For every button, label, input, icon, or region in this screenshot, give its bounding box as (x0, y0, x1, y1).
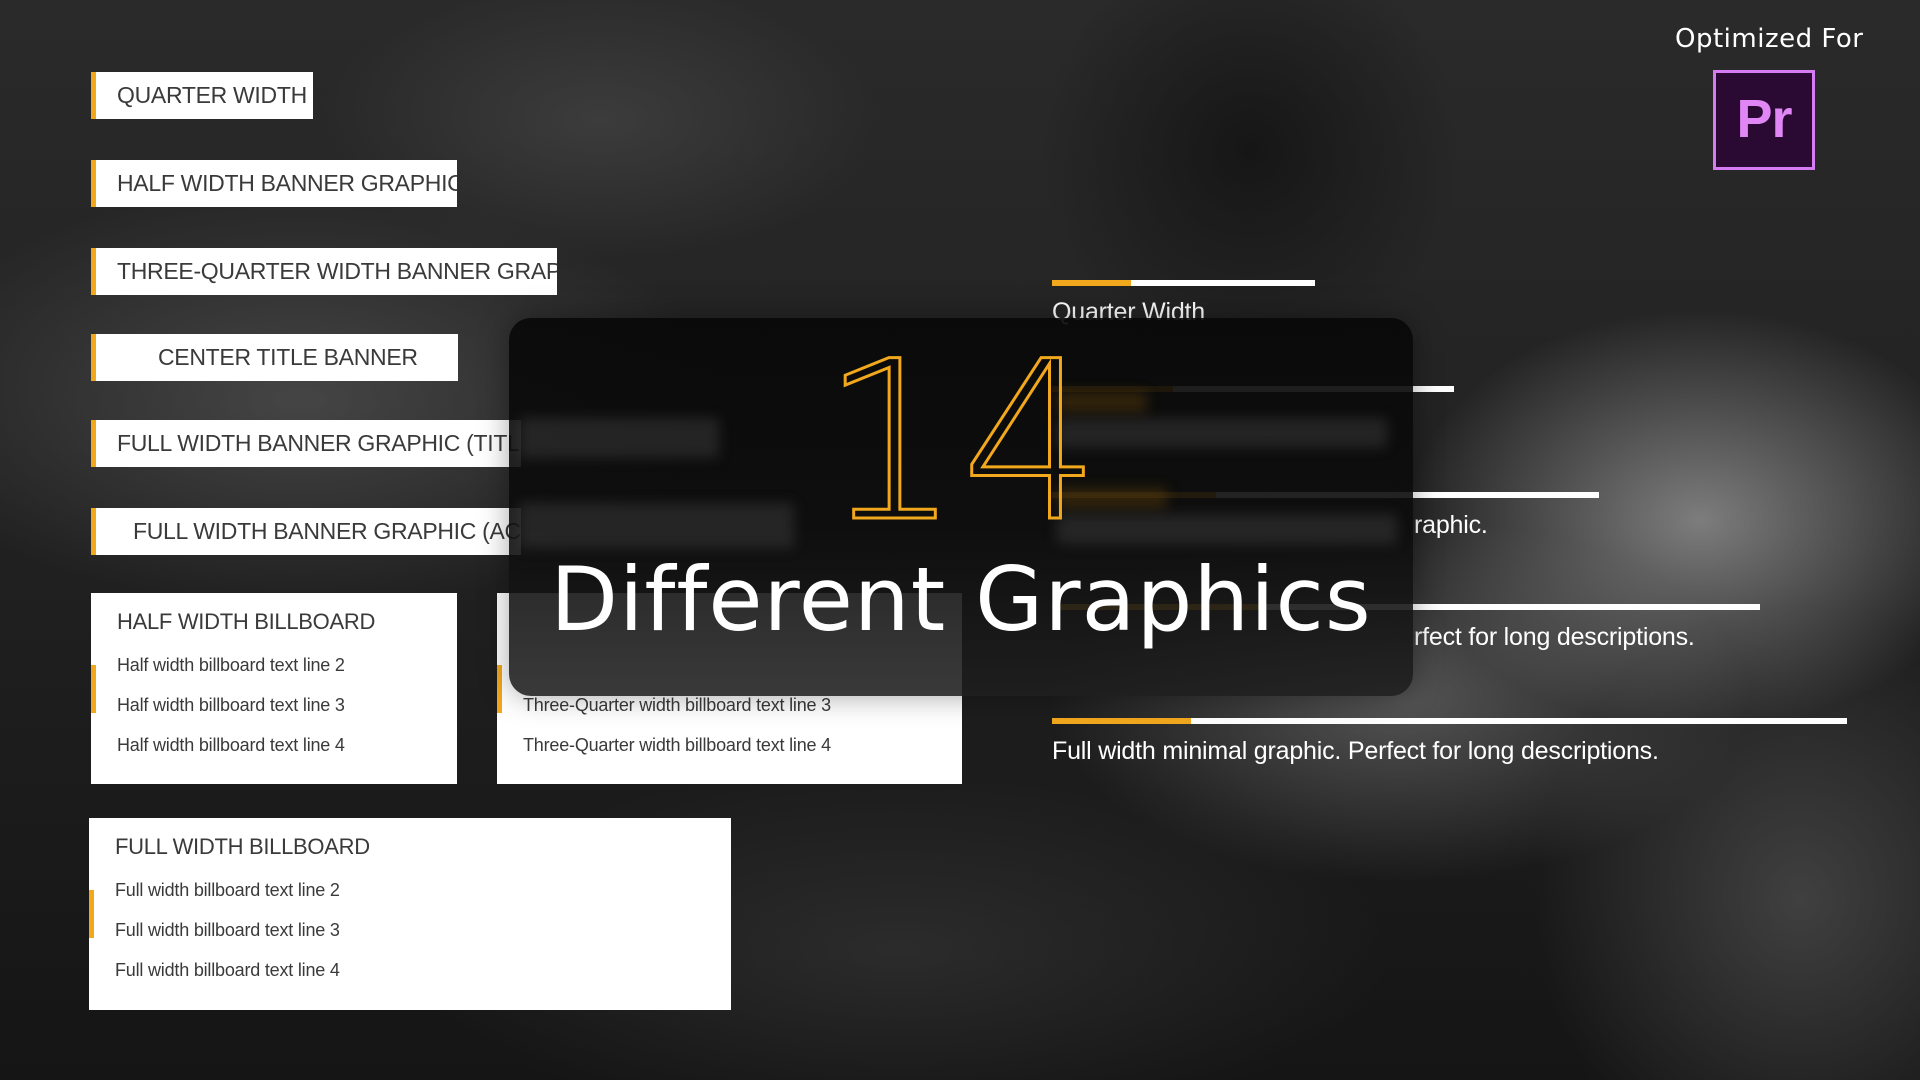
accent-bar (497, 665, 502, 713)
minimal-text-wide: rfect for long descriptions. (1414, 623, 1695, 652)
banner-label: HALF WIDTH BANNER GRAPHIC (117, 170, 457, 196)
half-width-billboard: HALF WIDTH BILLBOARD Half width billboar… (91, 593, 457, 784)
minimal-text-visible: raphic. (1414, 511, 1488, 539)
billboard-line: Three-Quarter width billboard text line … (523, 735, 831, 755)
promo-card: 14 Different Graphics (509, 318, 1413, 696)
banner-label: THREE-QUARTER WIDTH BANNER GRAPHIC (117, 258, 557, 284)
billboard-line: Full width billboard text line 2 (115, 880, 340, 900)
banner-label: FULL WIDTH BANNER GRAPHIC (ACTI (133, 518, 521, 544)
optimized-for-label: Optimized For (1675, 24, 1864, 54)
full-width-billboard: FULL WIDTH BILLBOARD Full width billboar… (89, 818, 731, 1010)
minimal-text-full: Full width minimal graphic. Perfect for … (1052, 737, 1659, 765)
promo-count: 14 (821, 318, 1101, 570)
banner-three-quarter-width: THREE-QUARTER WIDTH BANNER GRAPHIC (91, 248, 557, 295)
billboard-line: Half width billboard text line 2 (117, 655, 345, 675)
minimal-bar-quarter (1052, 280, 1315, 286)
billboard-title: HALF WIDTH BILLBOARD (117, 609, 376, 634)
premiere-pro-icon: Pr (1713, 70, 1815, 170)
banner-full-width-title: FULL WIDTH BANNER GRAPHIC (TITLE S (91, 420, 521, 467)
billboard-line: Half width billboard text line 3 (117, 695, 345, 715)
promo-headline: Different Graphics (550, 548, 1372, 651)
banner-full-width-action: FULL WIDTH BANNER GRAPHIC (ACTI (91, 508, 521, 555)
premiere-pro-logo-text: Pr (1736, 89, 1792, 149)
billboard-line: Half width billboard text line 4 (117, 735, 345, 755)
banner-half-width: HALF WIDTH BANNER GRAPHIC (91, 160, 457, 207)
banner-label: FULL WIDTH BANNER GRAPHIC (TITLE S (117, 430, 521, 456)
minimal-bar-accent (1052, 280, 1131, 286)
billboard-line: Full width billboard text line 4 (115, 960, 340, 980)
billboard-line: Three-Quarter width billboard text line … (523, 695, 831, 715)
banner-center-title: CENTER TITLE BANNER (91, 334, 458, 381)
minimal-text-visible: rfect for long descriptions. (1414, 623, 1695, 651)
minimal-bar-accent (1052, 718, 1192, 724)
banner-quarter-width: QUARTER WIDTH (91, 72, 313, 119)
accent-bar (91, 665, 96, 713)
minimal-text-three-quarter: raphic. (1414, 511, 1488, 540)
accent-bar (89, 890, 94, 938)
minimal-bar-full (1052, 718, 1847, 724)
billboard-title: FULL WIDTH BILLBOARD (115, 834, 370, 859)
billboard-line: Full width billboard text line 3 (115, 920, 340, 940)
banner-label: CENTER TITLE BANNER (158, 344, 418, 370)
banner-label: QUARTER WIDTH (117, 82, 307, 108)
